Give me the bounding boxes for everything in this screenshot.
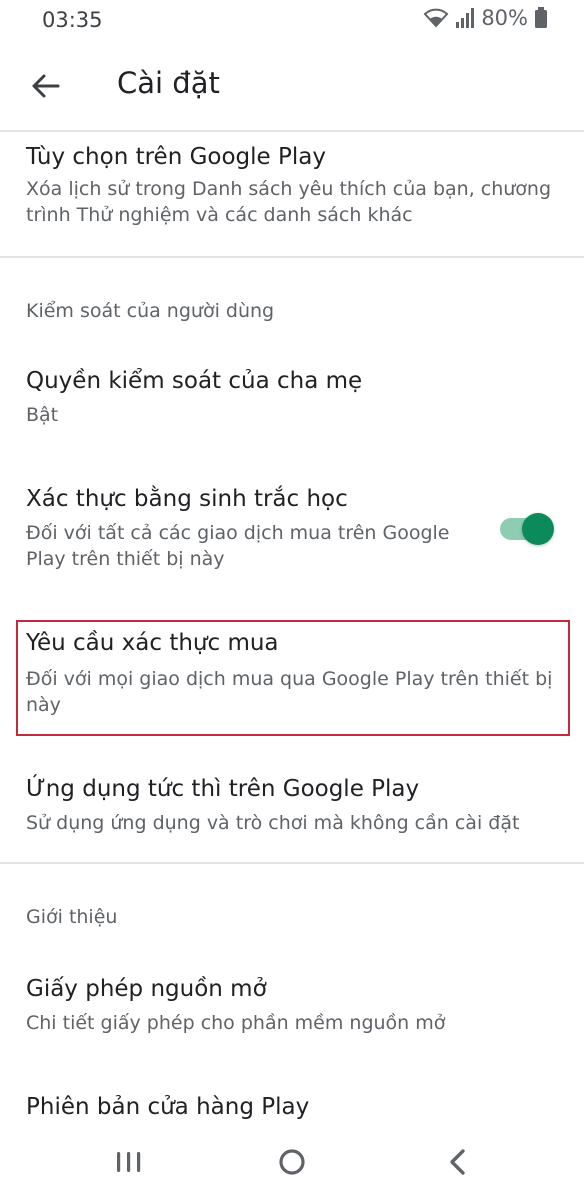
setting-subtitle: Đối với tất cả các giao dịch mua trên Go… (26, 522, 450, 544)
recent-apps-button[interactable] (104, 1142, 154, 1182)
setting-subtitle: Xóa lịch sử trong Danh sách yêu thích củ… (26, 178, 552, 200)
setting-subtitle: Sử dụng ứng dụng và trò chơi mà không cầ… (26, 812, 520, 834)
setting-instant-apps[interactable]: Ứng dụng tức thì trên Google Play Sử dụn… (0, 762, 584, 852)
page-title: Cài đặt (117, 66, 220, 100)
arrow-back-icon (26, 74, 66, 110)
setting-title: Phiên bản cửa hàng Play (26, 1094, 310, 1120)
back-icon (432, 1149, 482, 1186)
setting-open-source-licenses[interactable]: Giấy phép nguồn mở Chi tiết giấy phép ch… (0, 962, 584, 1052)
setting-subtitle: Chi tiết giấy phép cho phần mềm nguồn mở (26, 1012, 446, 1034)
signal-icon (455, 7, 475, 29)
battery-percent: 80% (481, 6, 528, 30)
divider (0, 256, 584, 258)
setting-parental-controls[interactable]: Quyền kiểm soát của cha mẹ Bật (0, 354, 584, 444)
app-bar: Cài đặt (0, 44, 584, 130)
setting-biometric-auth[interactable]: Xác thực bằng sinh trắc học Đối với tất … (0, 472, 584, 590)
setting-subtitle: trình Thử nghiệm và các danh sách khác (26, 204, 413, 226)
setting-title: Tùy chọn trên Google Play (26, 144, 326, 170)
biometric-toggle[interactable] (500, 510, 554, 548)
section-header-about: Giới thiệu (26, 906, 118, 928)
battery-icon (534, 7, 548, 29)
recent-apps-icon (104, 1152, 154, 1186)
home-icon (267, 1149, 317, 1186)
wifi-icon (423, 7, 449, 29)
status-icons: 80% (423, 6, 548, 30)
nav-back-button[interactable] (432, 1142, 482, 1182)
setting-title: Giấy phép nguồn mở (26, 976, 267, 1002)
back-button[interactable] (26, 66, 66, 106)
setting-google-play-preferences[interactable]: Tùy chọn trên Google Play Xóa lịch sử tr… (0, 132, 584, 256)
setting-title: Quyền kiểm soát của cha mẹ (26, 368, 363, 394)
highlight-box (16, 620, 570, 736)
setting-title: Ứng dụng tức thì trên Google Play (26, 776, 420, 802)
navigation-bar (0, 1128, 584, 1200)
setting-subtitle: Bật (26, 404, 59, 426)
setting-subtitle: Play trên thiết bị này (26, 548, 225, 570)
status-bar: 03:35 80% (0, 0, 584, 44)
home-button[interactable] (267, 1142, 317, 1182)
setting-play-store-version[interactable]: Phiên bản cửa hàng Play (0, 1080, 584, 1128)
section-header-user-controls: Kiểm soát của người dùng (26, 300, 275, 322)
setting-title: Xác thực bằng sinh trắc học (26, 486, 348, 512)
status-time: 03:35 (42, 8, 103, 32)
divider (0, 862, 584, 864)
toggle-knob (522, 513, 554, 545)
